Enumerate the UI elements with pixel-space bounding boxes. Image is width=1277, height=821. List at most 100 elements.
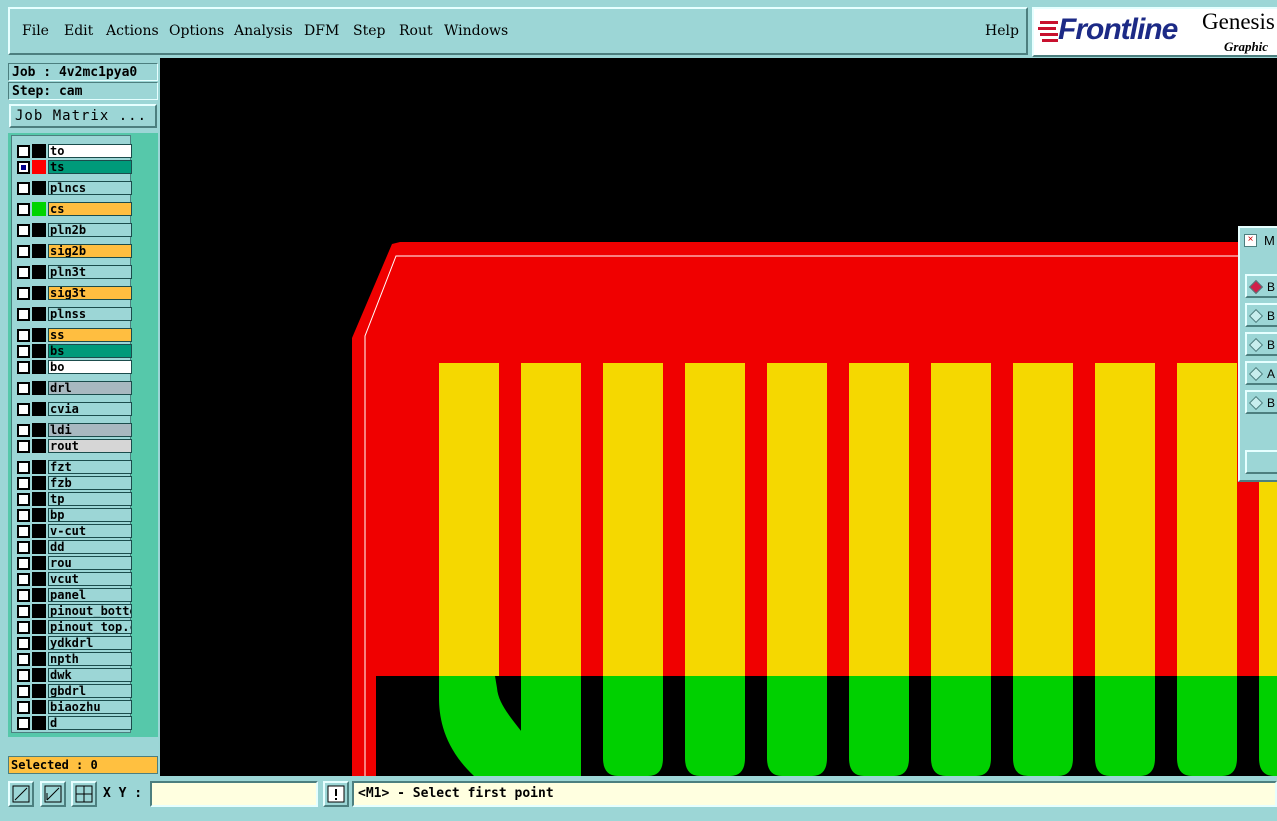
layer-row-gbdrl[interactable]: gbdrl: [14, 684, 132, 698]
layer-row-panel[interactable]: panel: [14, 588, 132, 602]
layer-name[interactable]: to: [48, 144, 132, 158]
layer-row-vcut[interactable]: vcut: [14, 572, 132, 586]
layer-color-swatch[interactable]: [32, 524, 46, 538]
layer-name[interactable]: bp: [48, 508, 132, 522]
layer-row-bs[interactable]: bs: [14, 344, 132, 358]
layer-name[interactable]: dd: [48, 540, 132, 554]
layer-name[interactable]: rout: [48, 439, 132, 453]
layer-color-swatch[interactable]: [32, 476, 46, 490]
layer-row-cvia[interactable]: cvia: [14, 402, 132, 416]
layer-color-swatch[interactable]: [32, 684, 46, 698]
dialog-option[interactable]: A: [1245, 361, 1277, 385]
layer-checkbox[interactable]: [17, 701, 30, 714]
layer-checkbox[interactable]: [17, 653, 30, 666]
layer-color-swatch[interactable]: [32, 572, 46, 586]
layer-row-dwk[interactable]: dwk: [14, 668, 132, 682]
layer-color-swatch[interactable]: [32, 202, 46, 216]
layer-list-scrollbar[interactable]: [134, 135, 156, 733]
layer-color-swatch[interactable]: [32, 223, 46, 237]
layer-checkbox[interactable]: [17, 266, 30, 279]
measure-icon[interactable]: [40, 781, 66, 807]
layer-color-swatch[interactable]: [32, 508, 46, 522]
layer-checkbox[interactable]: [17, 345, 30, 358]
layer-color-swatch[interactable]: [32, 344, 46, 358]
layer-name[interactable]: vcut: [48, 572, 132, 586]
layer-row-fzt[interactable]: fzt: [14, 460, 132, 474]
menu-file[interactable]: File: [22, 23, 49, 39]
zoom-fit-icon[interactable]: [8, 781, 34, 807]
layer-color-swatch[interactable]: [32, 181, 46, 195]
graphic-canvas[interactable]: [160, 58, 1277, 776]
layer-color-swatch[interactable]: [32, 265, 46, 279]
layer-color-swatch[interactable]: [32, 160, 46, 174]
layer-row-ydkdrl[interactable]: ydkdrl: [14, 636, 132, 650]
layer-color-swatch[interactable]: [32, 652, 46, 666]
layer-row-npth[interactable]: npth: [14, 652, 132, 666]
layer-row-sig2b[interactable]: sig2b: [14, 244, 132, 258]
layer-color-swatch[interactable]: [32, 328, 46, 342]
layer-color-swatch[interactable]: [32, 402, 46, 416]
layer-name[interactable]: v-cut: [48, 524, 132, 538]
layer-row-ts[interactable]: ts: [14, 160, 132, 174]
dialog-button[interactable]: [1245, 450, 1277, 474]
layer-row-ldi[interactable]: ldi: [14, 423, 132, 437]
xy-coordinate-input[interactable]: [150, 781, 318, 807]
layer-color-swatch[interactable]: [32, 492, 46, 506]
layer-color-swatch[interactable]: [32, 620, 46, 634]
layer-checkbox[interactable]: [17, 224, 30, 237]
layer-name[interactable]: panel: [48, 588, 132, 602]
layer-checkbox[interactable]: [17, 461, 30, 474]
dialog-option[interactable]: B: [1245, 303, 1277, 327]
layer-row-bo[interactable]: bo: [14, 360, 132, 374]
layer-color-swatch[interactable]: [32, 144, 46, 158]
menu-edit[interactable]: Edit: [64, 23, 93, 39]
close-icon[interactable]: ×: [1244, 234, 1257, 247]
layer-name[interactable]: cs: [48, 202, 132, 216]
layer-checkbox[interactable]: [17, 493, 30, 506]
layer-name[interactable]: plncs: [48, 181, 132, 195]
layer-color-swatch[interactable]: [32, 700, 46, 714]
layer-checkbox[interactable]: [17, 637, 30, 650]
layer-checkbox[interactable]: [17, 308, 30, 321]
layer-color-swatch[interactable]: [32, 423, 46, 437]
layer-row-bp[interactable]: bp: [14, 508, 132, 522]
radio-diamond-icon[interactable]: [1248, 337, 1264, 353]
layer-checkbox[interactable]: [17, 477, 30, 490]
layer-name[interactable]: bs: [48, 344, 132, 358]
layer-checkbox[interactable]: [17, 440, 30, 453]
layer-row-plncs[interactable]: plncs: [14, 181, 132, 195]
layer-checkbox[interactable]: [17, 287, 30, 300]
snap-grid-icon[interactable]: [71, 781, 97, 807]
layer-checkbox[interactable]: [17, 424, 30, 437]
layer-name[interactable]: tp: [48, 492, 132, 506]
layer-checkbox[interactable]: [17, 541, 30, 554]
layer-name[interactable]: pln3t: [48, 265, 132, 279]
layer-checkbox[interactable]: [17, 403, 30, 416]
layer-row-v-cut[interactable]: v-cut: [14, 524, 132, 538]
layer-row-rout[interactable]: rout: [14, 439, 132, 453]
layer-checkbox[interactable]: [17, 382, 30, 395]
layer-checkbox[interactable]: [17, 329, 30, 342]
layer-color-swatch[interactable]: [32, 286, 46, 300]
layer-name[interactable]: sig2b: [48, 244, 132, 258]
job-matrix-button[interactable]: Job Matrix ...: [9, 104, 157, 128]
layer-row-biaozhu[interactable]: biaozhu: [14, 700, 132, 714]
layer-name[interactable]: rou: [48, 556, 132, 570]
menu-analysis[interactable]: Analysis: [234, 23, 293, 39]
layer-name[interactable]: ss: [48, 328, 132, 342]
layer-checkbox[interactable]: [17, 621, 30, 634]
dialog-option[interactable]: B: [1245, 390, 1277, 414]
layer-checkbox[interactable]: [17, 717, 30, 730]
layer-row-pinout_top.c[interactable]: pinout_top.c: [14, 620, 132, 634]
layer-row-cs[interactable]: cs: [14, 202, 132, 216]
layer-color-swatch[interactable]: [32, 381, 46, 395]
layer-name[interactable]: ts: [48, 160, 132, 174]
layer-checkbox[interactable]: [17, 509, 30, 522]
layer-name[interactable]: dwk: [48, 668, 132, 682]
layer-checkbox[interactable]: [17, 161, 30, 174]
layer-color-swatch[interactable]: [32, 556, 46, 570]
layer-name[interactable]: d: [48, 716, 132, 730]
menu-step[interactable]: Step: [353, 23, 385, 39]
layer-color-swatch[interactable]: [32, 460, 46, 474]
layer-checkbox[interactable]: [17, 685, 30, 698]
